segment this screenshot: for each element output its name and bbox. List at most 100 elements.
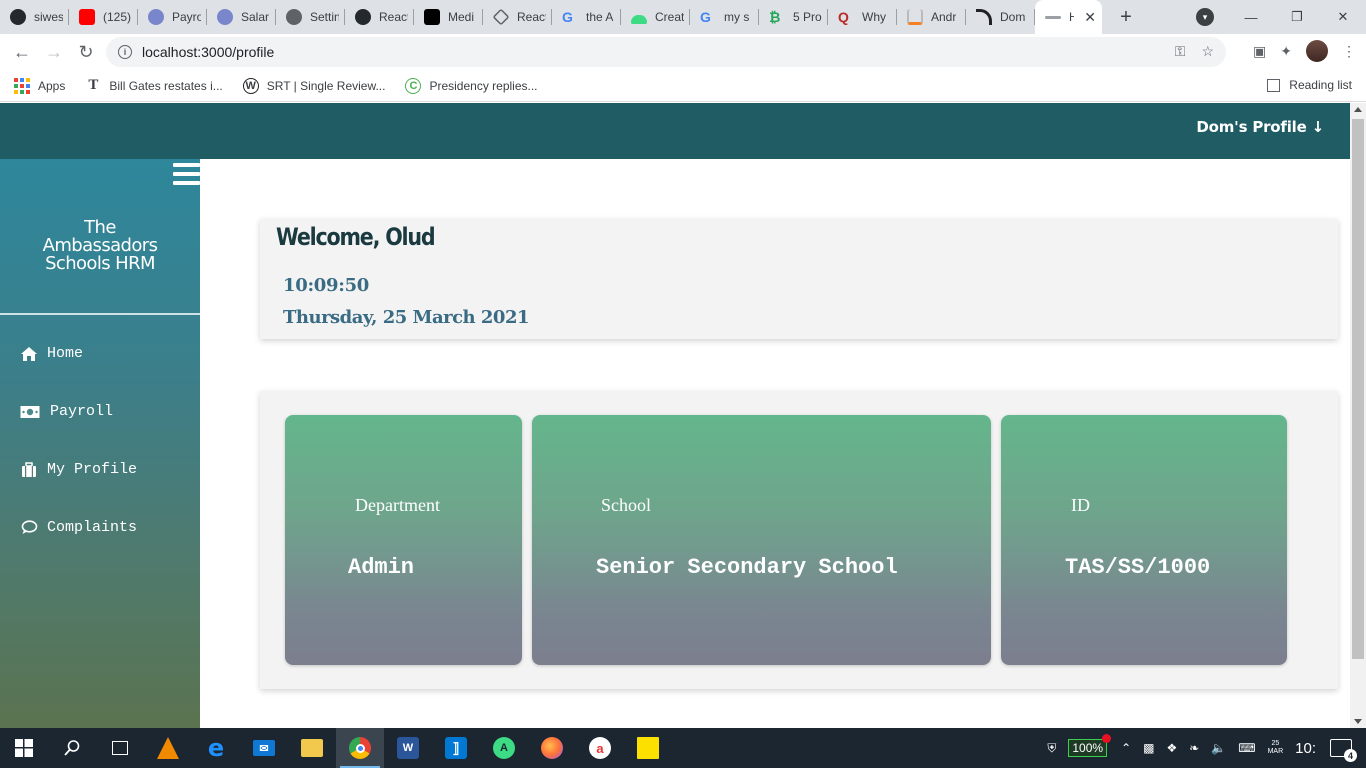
presidency-icon: C <box>405 77 422 94</box>
back-arrow-icon[interactable]: ← <box>6 36 38 68</box>
sidebar-item-home[interactable]: Home <box>20 345 83 362</box>
browser-tab-strip: siwes (125) Payro Salar Settin React Med… <box>0 0 1366 34</box>
taskbar-app-vscode[interactable]: ⟧ <box>432 728 480 768</box>
browser-tab[interactable]: Salar <box>207 0 276 34</box>
key-icon[interactable]: ⚿ <box>1175 43 1186 60</box>
department-label: Department <box>355 495 440 515</box>
browser-tab[interactable]: React <box>345 0 414 34</box>
menu-dots-icon[interactable]: ⋮ <box>1342 43 1356 60</box>
scroll-up-icon[interactable] <box>1354 107 1362 112</box>
tab-search-icon[interactable]: ▾ <box>1196 8 1214 26</box>
profile-menu-button[interactable]: Dom's Profile ↓ <box>1196 118 1324 136</box>
sidebar-item-my-profile[interactable]: My Profile <box>20 461 137 478</box>
tray-clock[interactable]: 10: <box>1295 740 1316 757</box>
page-scrollbar[interactable] <box>1350 103 1366 728</box>
stackoverflow-icon <box>907 9 923 25</box>
browser-tab[interactable]: Gmy s <box>690 0 759 34</box>
browser-tab[interactable]: siwes <box>0 0 69 34</box>
tray-date[interactable]: 25 MAR <box>1268 740 1284 756</box>
taskbar-app-mail[interactable]: ✉ <box>240 728 288 768</box>
bookmark-item[interactable]: C Presidency replies... <box>405 77 538 94</box>
profile-info-panel: Department Admin School Senior Secondary… <box>260 391 1338 689</box>
star-icon[interactable]: ☆ <box>1201 43 1214 60</box>
browser-tab[interactable]: Medi <box>414 0 483 34</box>
school-label: School <box>601 495 652 515</box>
bookmark-item[interactable]: T Bill Gates restates i... <box>85 77 222 94</box>
puzzle-icon[interactable]: ✦ <box>1280 43 1292 60</box>
reading-list-icon <box>1267 78 1281 92</box>
chevron-up-icon[interactable]: ⌃ <box>1121 741 1131 755</box>
taskbar-app-chrome[interactable] <box>336 728 384 768</box>
id-label: ID <box>1071 495 1090 515</box>
battery-indicator[interactable]: 100% <box>1068 734 1112 757</box>
minimize-icon[interactable]: — <box>1228 0 1274 34</box>
browser-tab[interactable]: ₿ 5 Pro <box>759 0 828 34</box>
reading-list-button[interactable]: Reading list <box>1267 78 1352 92</box>
welcome-card: Welcome, Olud 10:09:50 Thursday, 25 Marc… <box>260 219 1338 339</box>
school-card: School Senior Secondary School <box>532 415 991 665</box>
github-icon <box>10 9 26 25</box>
id-value: TAS/SS/1000 <box>1065 555 1211 580</box>
hamburger-menu-icon[interactable] <box>173 163 200 190</box>
chrome-icon <box>349 737 371 759</box>
taskbar-app-explorer[interactable] <box>288 728 336 768</box>
app-header: Dom's Profile ↓ <box>0 103 1350 159</box>
scroll-down-icon[interactable] <box>1354 719 1362 724</box>
taskbar-app-sticky-notes[interactable] <box>624 728 672 768</box>
reload-icon[interactable]: ↻ <box>70 36 102 68</box>
taskbar-app-word[interactable]: W <box>384 728 432 768</box>
extension-icon[interactable]: ▣ <box>1253 43 1266 60</box>
wifi-icon[interactable]: ❧ <box>1189 741 1199 755</box>
wordpress-icon: W <box>242 77 259 94</box>
bookmark-item[interactable]: W SRT | Single Review... <box>242 77 385 94</box>
apps-grid-icon <box>14 77 30 94</box>
site-info-icon[interactable]: i <box>118 45 132 59</box>
browser-tab[interactable]: (125) <box>69 0 138 34</box>
window-controls: — ❐ ✕ <box>1228 0 1366 34</box>
browser-tab[interactable]: Payro <box>138 0 207 34</box>
taskbar-app-android-studio[interactable]: A <box>480 728 528 768</box>
keyboard-icon[interactable]: ⌨ <box>1238 741 1255 755</box>
windows-taskbar: e ✉ W ⟧ A a ⛨ 100% ⌃ ▩ ❖ ❧ 🔈 ⌨ 25 MAR 10… <box>0 728 1366 768</box>
news-icon: T <box>88 77 99 93</box>
globe-icon <box>286 9 302 25</box>
close-window-icon[interactable]: ✕ <box>1320 0 1366 34</box>
sidebar-item-complaints[interactable]: Complaints <box>20 519 137 536</box>
browser-tab-active[interactable]: H ✕ <box>1035 0 1102 34</box>
youtube-icon <box>79 9 95 25</box>
briefcase-icon <box>20 461 38 478</box>
sidebar: The Ambassadors Schools HRM Home Payroll… <box>0 159 200 728</box>
dropbox-icon[interactable]: ❖ <box>1166 741 1177 755</box>
task-view-button[interactable] <box>96 728 144 768</box>
browser-tab[interactable]: Q Why <box>828 0 897 34</box>
volume-icon[interactable]: 🔈 <box>1211 741 1226 755</box>
page-content: Dom's Profile ↓ The Ambassadors Schools … <box>0 103 1350 728</box>
taskbar-app-vlc[interactable] <box>144 728 192 768</box>
word-icon: W <box>397 737 419 759</box>
browser-tab[interactable]: Gthe A <box>552 0 621 34</box>
taskbar-app-firefox[interactable] <box>528 728 576 768</box>
new-tab-button[interactable]: + <box>1112 3 1140 31</box>
browser-tab[interactable]: React <box>483 0 552 34</box>
start-button[interactable] <box>0 728 48 768</box>
action-center-icon[interactable]: 4 <box>1330 739 1357 762</box>
address-bar[interactable]: i localhost:3000/profile ⚿ ☆ <box>106 37 1226 67</box>
taskbar-app-edge[interactable]: e <box>192 728 240 768</box>
bookmark-apps[interactable]: Apps <box>14 77 65 94</box>
taskbar-app-access[interactable]: a <box>576 728 624 768</box>
close-tab-icon[interactable]: ✕ <box>1084 9 1096 26</box>
globe-icon <box>148 9 164 25</box>
browser-tab[interactable]: Andr <box>897 0 966 34</box>
network-icon[interactable]: ▩ <box>1143 741 1154 755</box>
restore-icon[interactable]: ❐ <box>1274 0 1320 34</box>
search-button[interactable] <box>48 728 96 768</box>
browser-tab[interactable]: Settin <box>276 0 345 34</box>
forward-arrow-icon[interactable]: → <box>38 36 70 68</box>
scrollbar-thumb[interactable] <box>1352 119 1364 659</box>
browser-tab[interactable]: Creat <box>621 0 690 34</box>
security-shield-icon[interactable]: ⛨ <box>1047 741 1056 756</box>
sidebar-item-payroll[interactable]: Payroll <box>20 403 113 420</box>
avatar[interactable] <box>1306 40 1328 62</box>
money-icon <box>20 404 40 420</box>
browser-tab[interactable]: Dom <box>966 0 1035 34</box>
